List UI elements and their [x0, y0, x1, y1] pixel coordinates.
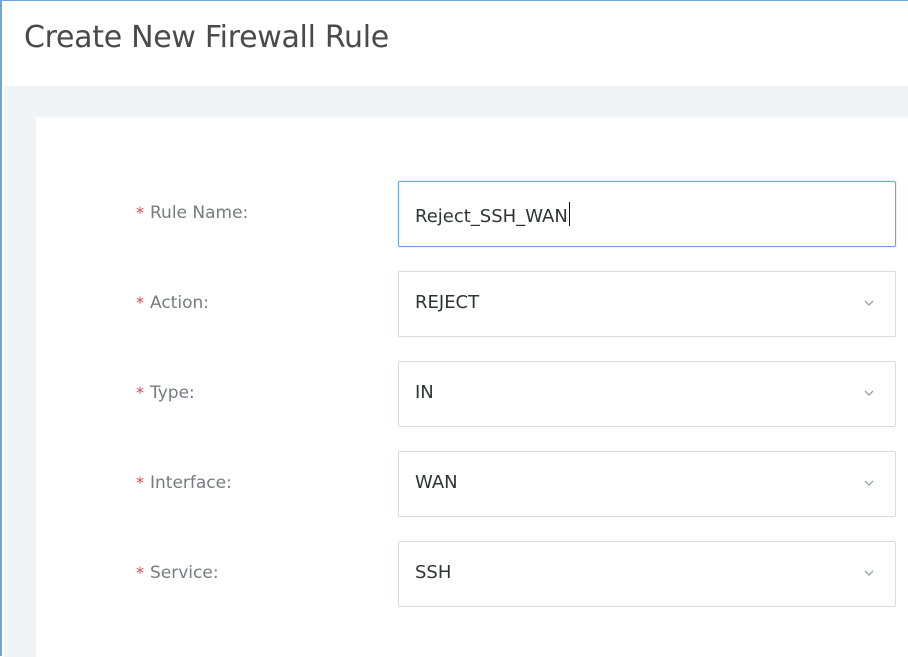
- chevron-down-icon: [864, 300, 874, 306]
- chevron-down-icon: [864, 570, 874, 576]
- interface-label-text: Interface:: [150, 473, 232, 493]
- form-row-action: * Action: REJECT: [36, 271, 908, 337]
- page-title: Create New Firewall Rule: [24, 20, 389, 55]
- chevron-down-icon: [864, 390, 874, 396]
- required-marker: *: [136, 563, 144, 582]
- type-select[interactable]: IN: [398, 361, 896, 427]
- required-marker: *: [136, 473, 144, 492]
- form-panel: * Rule Name: Reject_SSH_WAN * Action: REJE…: [36, 117, 908, 657]
- rule-name-label-text: Rule Name:: [150, 203, 249, 223]
- action-select-value: REJECT: [415, 292, 480, 313]
- rule-name-label: * Rule Name:: [136, 203, 248, 223]
- form-row-interface: * Interface: WAN: [36, 451, 908, 517]
- form-row-rule-name: * Rule Name: Reject_SSH_WAN: [36, 181, 908, 247]
- service-select[interactable]: SSH: [398, 541, 896, 607]
- form-row-type: * Type: IN: [36, 361, 908, 427]
- service-label: * Service:: [136, 563, 219, 583]
- dialog-window: Create New Firewall Rule * Rule Name: Rej…: [0, 0, 908, 657]
- dialog-header: Create New Firewall Rule: [4, 2, 908, 86]
- interface-select-value: WAN: [415, 472, 458, 493]
- chevron-down-icon: [864, 480, 874, 486]
- action-label-text: Action:: [150, 293, 209, 313]
- interface-label: * Interface:: [136, 473, 232, 493]
- action-label: * Action:: [136, 293, 209, 313]
- service-label-text: Service:: [150, 563, 219, 583]
- required-marker: *: [136, 293, 144, 312]
- form-row-service: * Service: SSH: [36, 541, 908, 607]
- rule-name-value-text: Reject_SSH_WAN: [415, 206, 568, 227]
- service-select-value: SSH: [415, 562, 452, 583]
- required-marker: *: [136, 383, 144, 402]
- action-select[interactable]: REJECT: [398, 271, 896, 337]
- text-cursor: [568, 202, 570, 226]
- required-marker: *: [136, 203, 144, 222]
- type-label-text: Type:: [150, 383, 195, 403]
- interface-select[interactable]: WAN: [398, 451, 896, 517]
- rule-name-input-value: Reject_SSH_WAN: [415, 202, 570, 227]
- type-label: * Type:: [136, 383, 195, 403]
- rule-name-input[interactable]: Reject_SSH_WAN: [398, 181, 896, 247]
- type-select-value: IN: [415, 382, 434, 403]
